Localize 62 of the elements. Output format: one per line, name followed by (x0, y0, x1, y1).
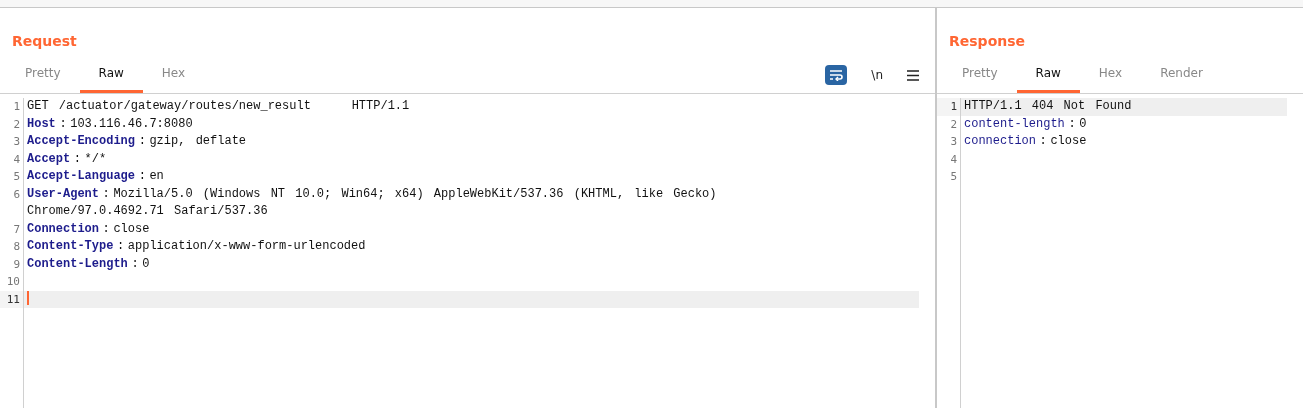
header-name: Accept (27, 151, 71, 166)
view-tab[interactable]: Pretty (6, 56, 80, 93)
header-value: close (113, 221, 150, 236)
header-value: 103.116.46.7:8080 (70, 116, 193, 131)
line-number: 11 (0, 290, 23, 308)
line-number: 4 (949, 151, 958, 168)
line-number: 1 (937, 98, 960, 116)
header-name: Accept-Language (27, 169, 136, 183)
header-name: Content-Length (27, 256, 128, 271)
header-separator: : (1067, 116, 1077, 131)
header-name: Host (27, 116, 56, 131)
line-number: 5 (949, 169, 958, 185)
header-separator: : (72, 151, 82, 166)
header-separator: : (58, 116, 68, 131)
header-value: Chrome/97.0.4692.71 Safari/537.36 (27, 203, 269, 220)
header-value: gzip, deflate (149, 134, 247, 148)
header-name: User-Agent (27, 186, 99, 201)
line-number: 9 (12, 256, 21, 273)
header-value: 0 (142, 256, 150, 271)
header-value: */* (84, 151, 107, 166)
view-tab[interactable]: Raw (1016, 56, 1080, 93)
header-separator: : (1038, 134, 1048, 148)
header-value: 0 (1079, 116, 1087, 131)
line-number: 8 (12, 239, 21, 255)
header-separator: : (130, 256, 140, 271)
header-value: en (149, 169, 164, 183)
header-separator: : (101, 186, 111, 201)
header-value: application/x-www-form-urlencoded (127, 239, 366, 253)
line-number: 7 (12, 221, 21, 238)
line-number: 4 (12, 151, 21, 168)
view-tab[interactable]: Pretty (943, 56, 1017, 93)
line-number: 2 (949, 116, 958, 133)
header-value: Mozilla/5.0 (Windows NT 10.0; Win64; x64) AppleWebKit/537.36 (KHTML, like Gecko) (113, 186, 717, 201)
view-tab[interactable]: Hex (142, 56, 205, 93)
word-wrap-button[interactable] (825, 64, 848, 85)
pane-title: Response (949, 33, 1026, 49)
request-line: GET /actuator/gateway/routes/new_result HTTP/1.1 (27, 99, 410, 113)
line-number: 2 (12, 116, 21, 133)
newline-toggle-button[interactable]: \n (871, 65, 883, 84)
header-separator: : (101, 221, 111, 236)
header-value: close (1050, 134, 1087, 148)
view-tab[interactable]: Hex (1079, 56, 1142, 93)
line-number: 1 (12, 99, 21, 115)
header-name: content-length (964, 116, 1065, 131)
header-name: connection (964, 134, 1036, 148)
header-separator: : (137, 169, 147, 183)
text-cursor (27, 291, 29, 306)
header-name: Connection (27, 221, 99, 236)
header-name: Accept-Encoding (27, 134, 136, 148)
view-tab[interactable]: Render (1141, 56, 1222, 93)
line-number: 3 (12, 134, 21, 150)
line-number: 10 (5, 274, 21, 290)
line-number: 6 (12, 186, 21, 203)
header-name: Content-Type (27, 239, 114, 253)
request-line: HTTP/1.1 404 Not Found (964, 99, 1132, 113)
line-number: 5 (12, 169, 21, 185)
header-separator: : (116, 239, 126, 253)
header-separator: : (137, 134, 147, 148)
view-tab[interactable]: Raw (79, 56, 143, 93)
pane-title: Request (12, 33, 77, 49)
word-wrap-icon (829, 68, 844, 81)
line-number: 3 (949, 134, 958, 150)
